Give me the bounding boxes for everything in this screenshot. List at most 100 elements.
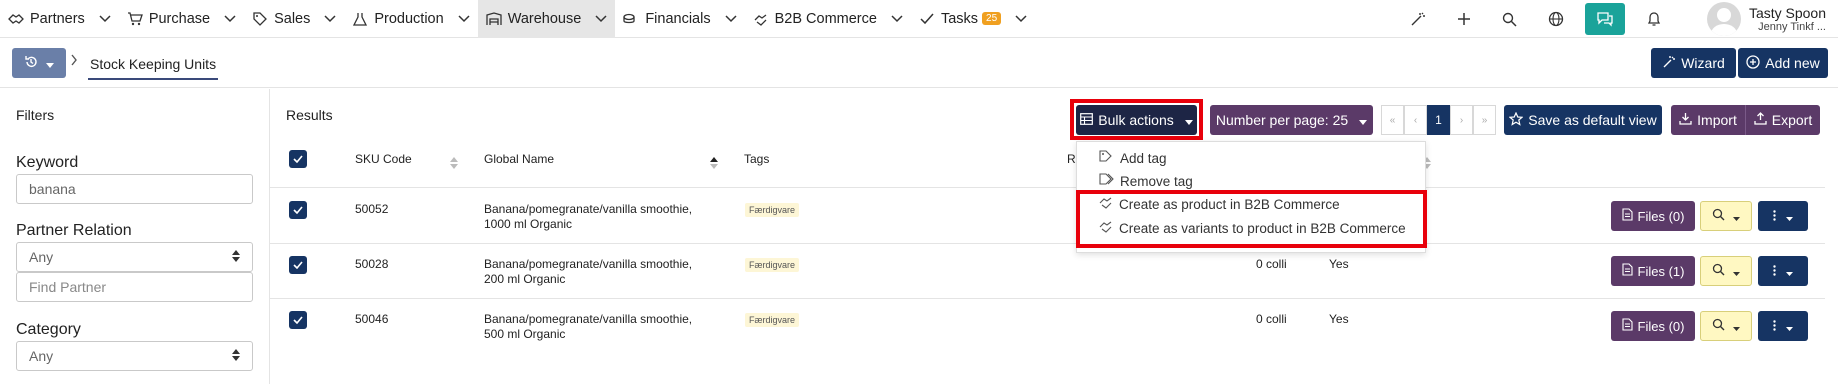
partner-relation-value: Any [29, 249, 54, 265]
row-more-button[interactable] [1758, 256, 1808, 286]
nav-warehouse[interactable]: Warehouse [477, 0, 616, 38]
warehouse-icon [486, 11, 502, 27]
sub-header: Stock Keeping Units Wizard Add new [0, 38, 1838, 88]
chat-icon[interactable] [1584, 3, 1625, 35]
sku-cell: 50046 [355, 312, 389, 326]
filters-panel: Filters Keyword banana Partner Relation … [0, 89, 270, 384]
nav-production[interactable]: Production [344, 0, 477, 38]
tag-badge[interactable]: Færdigvare [745, 313, 800, 327]
pager-last[interactable]: » [1473, 105, 1496, 135]
nav-partners[interactable]: Partners [0, 0, 119, 38]
column-header-tags[interactable]: Tags [744, 152, 769, 166]
highlight-box-b2b-items [1076, 190, 1427, 248]
files-button[interactable]: Files (1) [1611, 256, 1695, 286]
chevron-down-icon[interactable] [224, 13, 236, 25]
row-search-button[interactable] [1700, 256, 1752, 286]
pager-next[interactable]: › [1450, 105, 1473, 135]
globe-icon[interactable] [1533, 0, 1579, 38]
flag-cell: Yes [1329, 257, 1349, 271]
tag-badge[interactable]: Færdigvare [745, 203, 800, 217]
pager-current[interactable]: 1 [1427, 105, 1450, 135]
chevron-down-icon[interactable] [725, 13, 737, 25]
find-partner-placeholder: Find Partner [29, 279, 107, 295]
pager-first[interactable]: « [1381, 105, 1404, 135]
nav-label: Tasks [940, 10, 979, 27]
row-checkbox[interactable] [289, 311, 307, 329]
row-checkbox[interactable] [289, 256, 307, 274]
column-header-r[interactable]: R [1067, 152, 1076, 166]
bell-icon[interactable] [1631, 0, 1677, 38]
tag-badge[interactable]: Færdigvare [745, 258, 800, 272]
partners-icon [8, 11, 24, 27]
nav-financials[interactable]: Financials [615, 0, 744, 38]
tag-icon [252, 11, 268, 27]
row-search-button[interactable] [1700, 201, 1752, 231]
partner-relation-select[interactable]: Any [16, 242, 253, 272]
pagination: « ‹ 1 › » [1381, 105, 1496, 135]
keyword-input[interactable]: banana [16, 174, 253, 204]
user-menu[interactable]: Tasty Spoon Jenny Tinkf ... [1706, 2, 1838, 36]
caret-down-icon [1733, 318, 1740, 334]
cart-icon [127, 11, 143, 27]
nav-tasks[interactable]: Tasks 25 [911, 0, 1035, 38]
chevron-down-icon[interactable] [99, 13, 111, 25]
plus-circle-icon [1746, 54, 1760, 72]
sort-updown-icon [232, 348, 240, 364]
save-default-view-button[interactable]: Save as default view [1504, 105, 1662, 135]
row-search-button[interactable] [1700, 311, 1752, 341]
nav-label: B2B Commerce [774, 10, 877, 27]
files-label: Files (0) [1637, 318, 1685, 334]
category-value: Any [29, 348, 54, 364]
per-page-button[interactable]: Number per page: 25 [1210, 105, 1373, 135]
dropdown-item-add-tag[interactable]: Add tag [1099, 150, 1167, 166]
nav-sales[interactable]: Sales [244, 0, 344, 38]
magic-wand-icon[interactable] [1395, 0, 1441, 38]
wizard-button[interactable]: Wizard [1651, 48, 1736, 78]
chevron-down-icon[interactable] [324, 13, 336, 25]
stock-cell: 0 colli [1256, 257, 1287, 271]
chevron-down-icon[interactable] [458, 13, 470, 25]
history-button[interactable] [12, 48, 66, 78]
files-button[interactable]: Files (0) [1611, 201, 1695, 231]
row-more-button[interactable] [1758, 311, 1808, 341]
top-navigation: Partners Purchase Sales Production Wareh… [0, 0, 1838, 38]
plus-icon[interactable] [1441, 0, 1487, 38]
category-select[interactable]: Any [16, 341, 253, 371]
more-vertical-icon [1773, 263, 1776, 279]
nav-b2b-commerce[interactable]: B2B Commerce [745, 0, 911, 38]
caret-down-icon [46, 55, 54, 71]
export-icon [1754, 112, 1767, 128]
export-button[interactable]: Export [1746, 105, 1820, 135]
column-header-global-name[interactable]: Global Name [484, 152, 554, 166]
breadcrumb[interactable]: Stock Keeping Units [88, 56, 219, 80]
name-cell-line1: Banana/pomegranate/vanilla smoothie, [484, 202, 693, 216]
chevron-down-icon[interactable] [595, 13, 607, 25]
pager-prev[interactable]: ‹ [1404, 105, 1427, 135]
dropdown-item-remove-tag[interactable]: Remove tag [1099, 173, 1193, 189]
find-partner-input[interactable]: Find Partner [16, 272, 253, 302]
sort-ascending-icon[interactable] [710, 156, 718, 169]
sort-icon[interactable] [450, 156, 458, 169]
bulk-actions-button[interactable]: Bulk actions [1076, 105, 1197, 135]
row-checkbox[interactable] [289, 201, 307, 219]
chevron-down-icon[interactable] [891, 13, 903, 25]
name-cell-line2: 200 ml Organic [484, 272, 566, 286]
files-button[interactable]: Files (0) [1611, 311, 1695, 341]
import-icon [1679, 112, 1692, 128]
chevron-down-icon[interactable] [1015, 13, 1027, 25]
column-header-sku[interactable]: SKU Code [355, 152, 412, 166]
tags-icon [1099, 173, 1114, 189]
add-new-label: Add new [1765, 55, 1820, 71]
nav-purchase[interactable]: Purchase [119, 0, 244, 38]
sku-cell: 50052 [355, 202, 389, 216]
caret-down-icon [1786, 208, 1793, 224]
add-new-button[interactable]: Add new [1738, 48, 1828, 78]
import-button[interactable]: Import [1671, 105, 1746, 135]
partner-relation-label: Partner Relation [16, 222, 132, 239]
select-all-checkbox[interactable] [289, 150, 307, 168]
name-cell-line2: 500 ml Organic [484, 327, 566, 341]
more-vertical-icon [1773, 318, 1776, 334]
row-more-button[interactable] [1758, 201, 1808, 231]
remove-tag-label: Remove tag [1120, 173, 1193, 189]
search-icon[interactable] [1487, 0, 1533, 38]
